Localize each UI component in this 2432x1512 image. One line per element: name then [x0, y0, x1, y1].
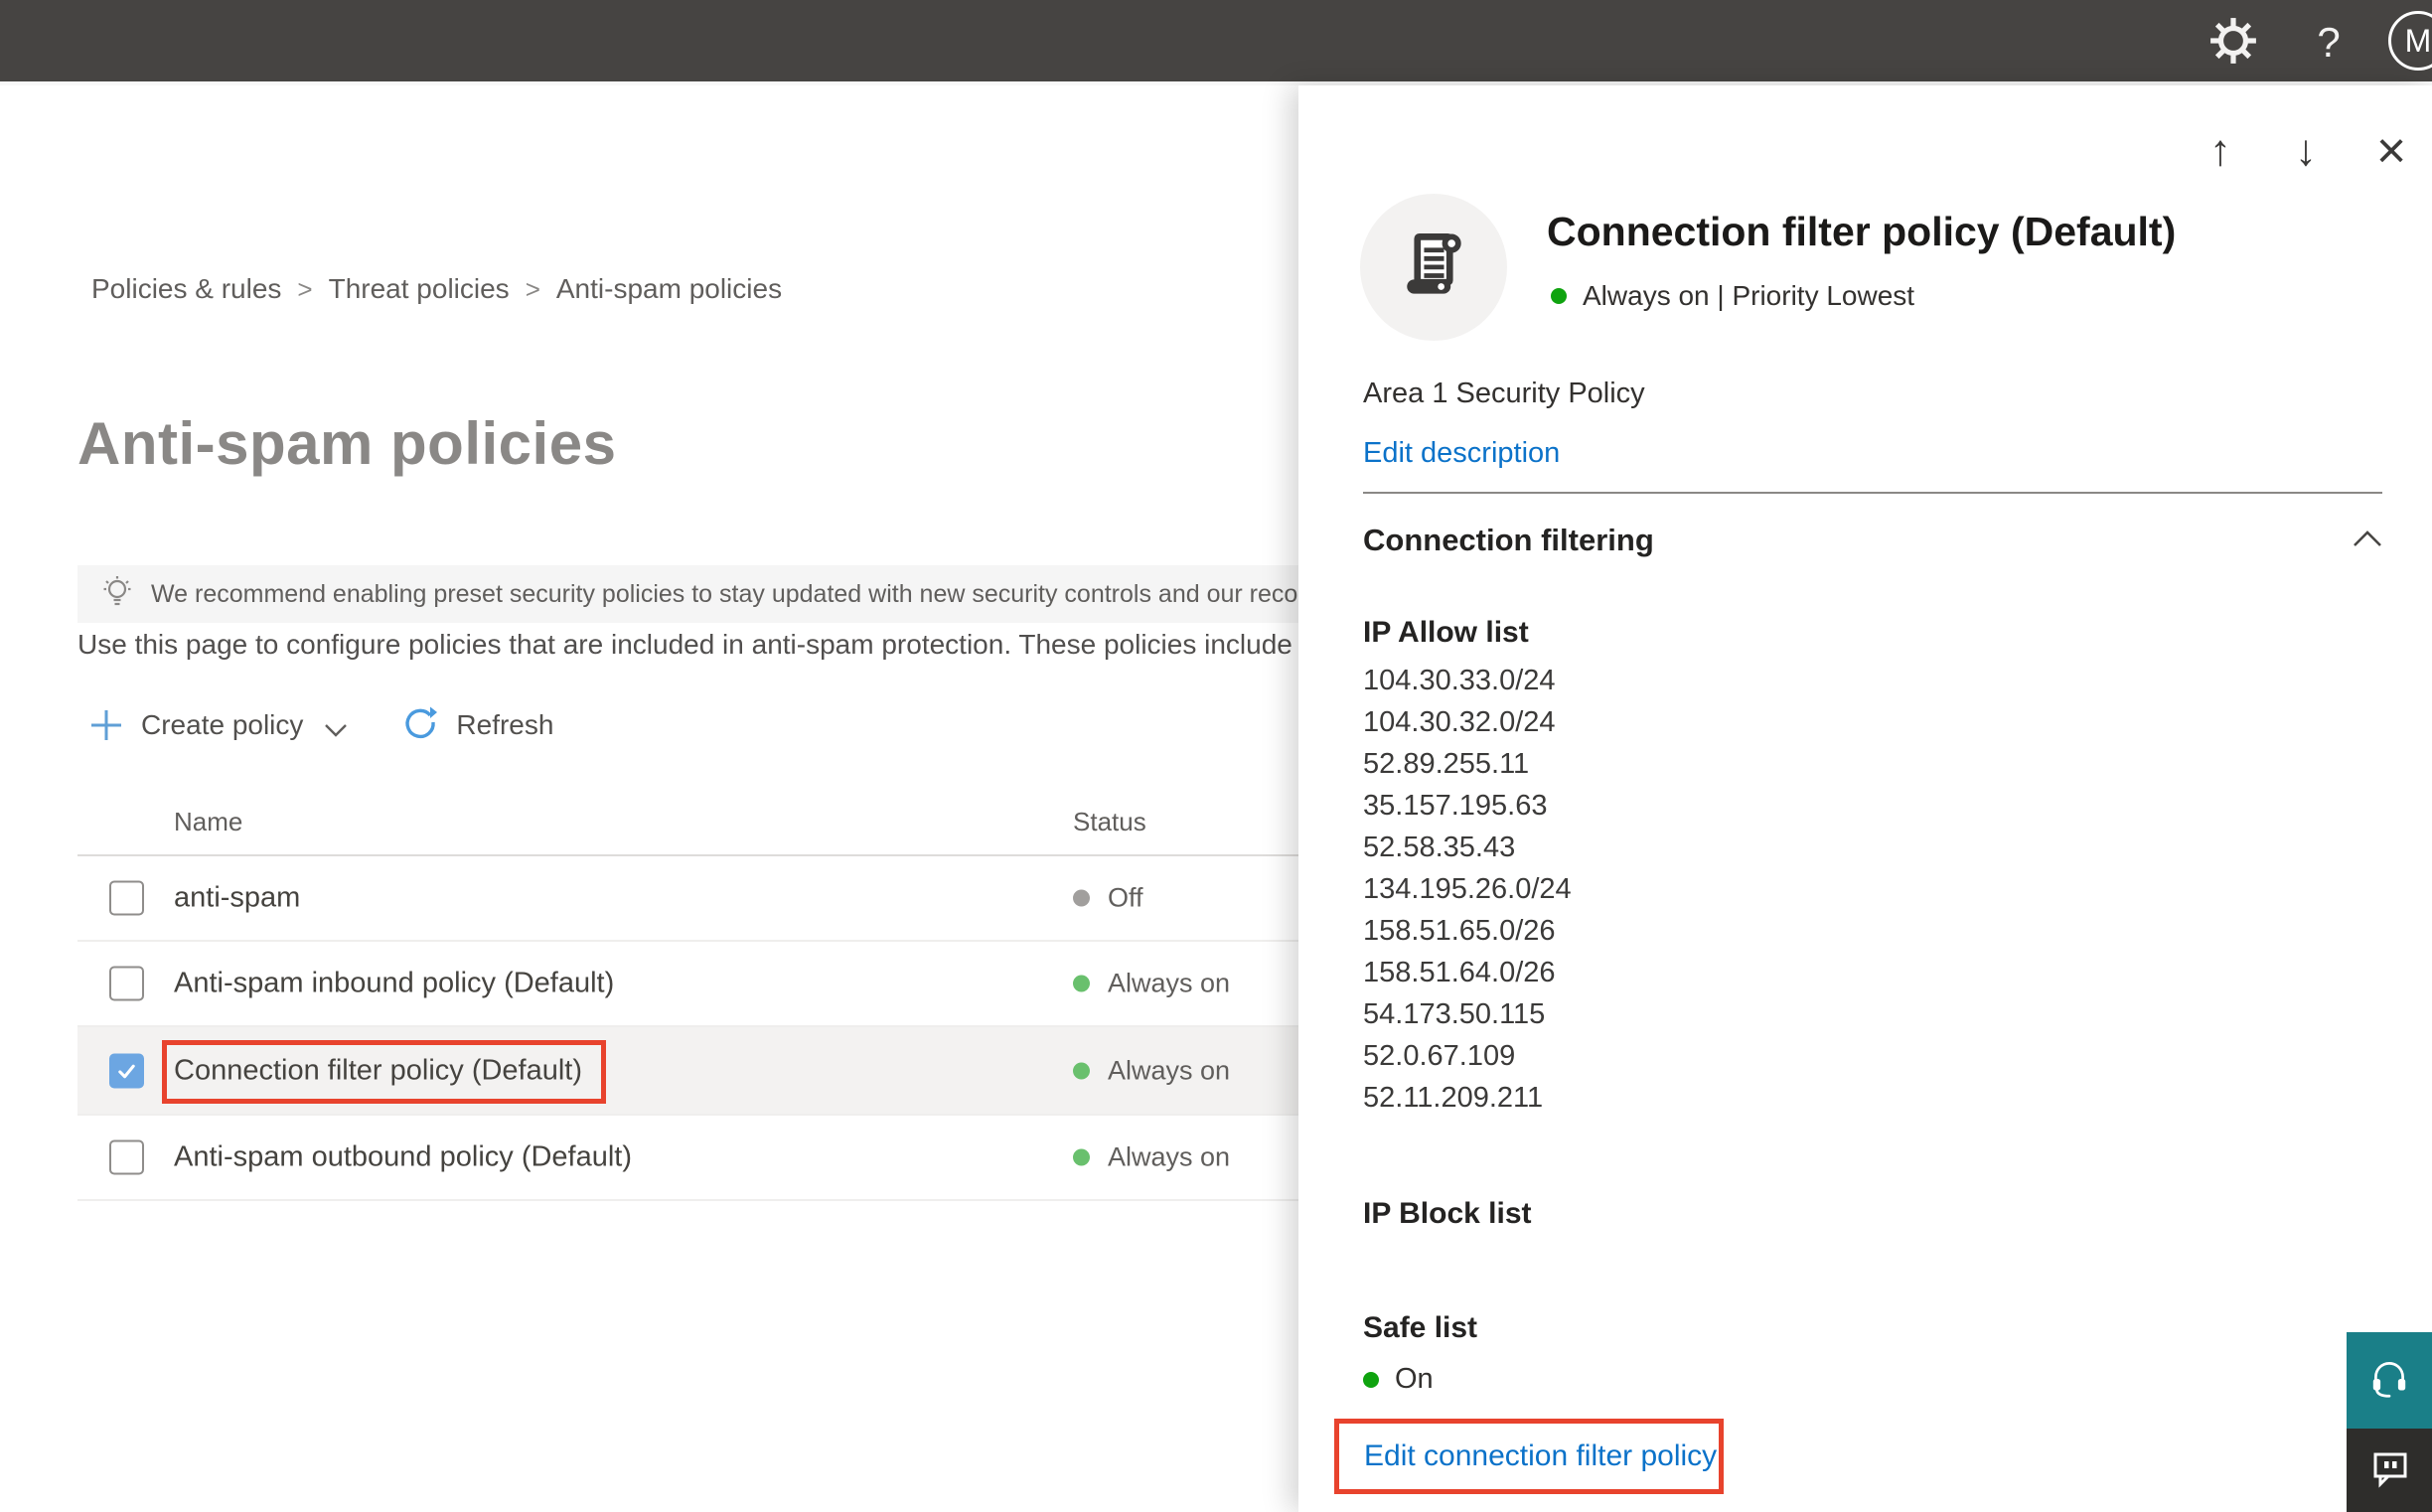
policy-name: anti-spam — [174, 881, 301, 914]
edit-description-link[interactable]: Edit description — [1363, 437, 1560, 470]
status-label: Always on — [1108, 1141, 1231, 1172]
banner-text: We recommend enabling preset security po… — [151, 579, 1331, 608]
ip-entry: 54.173.50.115 — [1363, 998, 1546, 1030]
topbar: ? M — [0, 0, 2432, 85]
support-widget-button[interactable] — [2347, 1332, 2432, 1429]
ip-entry: 52.0.67.109 — [1363, 1040, 1516, 1072]
table-row-connection-filter-policy[interactable]: Connection filter policy (Default) Alway… — [77, 1027, 1331, 1116]
headset-icon — [2366, 1355, 2412, 1406]
section-title: Connection filtering — [1363, 523, 1654, 557]
policy-icon-circle — [1360, 194, 1507, 341]
chevron-down-icon — [325, 712, 348, 744]
status-cell: Off — [1073, 883, 1143, 914]
breadcrumb: Policies & rules > Threat policies > Ant… — [91, 273, 782, 305]
chevron-up-icon[interactable] — [2353, 529, 2382, 552]
status-label: Always on — [1108, 968, 1231, 998]
ip-entry: 104.30.32.0/24 — [1363, 706, 1556, 738]
section-connection-filtering[interactable]: Connection filtering — [1363, 523, 2382, 558]
refresh-button[interactable]: Refresh — [402, 704, 553, 747]
policy-description: Area 1 Security Policy — [1363, 378, 1645, 409]
flyout-status-line: Always on | Priority Lowest — [1551, 280, 1914, 312]
recommendation-banner: We recommend enabling preset security po… — [77, 565, 1331, 623]
feedback-widget-button[interactable] — [2347, 1429, 2432, 1512]
policy-table: Name Status anti-spam Off Anti-spam inbo… — [77, 785, 1331, 1201]
status-label: Off — [1108, 882, 1143, 913]
column-header-status[interactable]: Status — [1073, 807, 1146, 837]
status-dot-on — [1073, 975, 1090, 992]
flyout-status-text: Always on | Priority Lowest — [1583, 280, 1915, 311]
row-checkbox[interactable] — [109, 1139, 144, 1175]
toolbar: Create policy Refresh — [89, 697, 553, 753]
question-mark-icon: ? — [2317, 19, 2341, 66]
status-dot-on — [1551, 288, 1567, 304]
row-checkbox[interactable] — [109, 880, 144, 916]
status-cell: Always on — [1073, 1142, 1230, 1173]
refresh-icon — [402, 704, 438, 747]
status-cell: Always on — [1073, 969, 1230, 999]
row-checkbox[interactable] — [109, 966, 144, 1001]
status-dot-off — [1073, 889, 1090, 907]
policy-name: Connection filter policy (Default) — [174, 1054, 583, 1086]
flyout-title: Connection filter policy (Default) — [1547, 209, 2177, 254]
close-icon[interactable]: × — [2370, 122, 2412, 180]
ip-entry: 52.11.209.211 — [1363, 1082, 1544, 1114]
settings-button[interactable] — [2205, 0, 2261, 85]
safe-list-status: On — [1363, 1363, 1434, 1396]
page-title: Anti-spam policies — [77, 410, 617, 477]
policy-name: Anti-spam inbound policy (Default) — [174, 967, 615, 999]
column-header-name[interactable]: Name — [174, 807, 242, 837]
plus-icon — [89, 708, 123, 742]
safe-list-title: Safe list — [1363, 1311, 1478, 1344]
ip-entry: 158.51.65.0/26 — [1363, 915, 1556, 947]
help-button[interactable]: ? — [2301, 0, 2356, 85]
lightbulb-icon — [99, 574, 135, 615]
status-label: Always on — [1108, 1055, 1231, 1085]
gear-icon — [2208, 16, 2258, 71]
details-flyout: ↑ ↓ × Connection filter policy (Default)… — [1298, 85, 2432, 1512]
breadcrumb-threat-policies[interactable]: Threat policies — [329, 273, 510, 305]
feedback-speech-bubble-icon — [2367, 1446, 2411, 1495]
next-item-arrow-down-icon[interactable]: ↓ — [2285, 125, 2327, 177]
status-dot-on — [1363, 1371, 1379, 1388]
safe-list-status-label: On — [1395, 1363, 1434, 1395]
ip-block-list-title: IP Block list — [1363, 1197, 1532, 1230]
row-checkbox-checked[interactable] — [109, 1053, 144, 1088]
flyout-controls: ↑ ↓ × — [2200, 122, 2412, 180]
account-avatar[interactable]: M — [2388, 11, 2432, 71]
breadcrumb-anti-spam-policies[interactable]: Anti-spam policies — [556, 273, 782, 305]
edit-connection-filter-policy-link[interactable]: Edit connection filter policy — [1364, 1439, 1717, 1473]
ip-entry: 52.58.35.43 — [1363, 832, 1516, 863]
table-row-inbound-policy[interactable]: Anti-spam inbound policy (Default) Alway… — [77, 942, 1331, 1027]
ip-entry: 158.51.64.0/26 — [1363, 957, 1556, 988]
annotation-highlight-box: Edit connection filter policy — [1334, 1419, 1724, 1494]
breadcrumb-separator: > — [525, 273, 540, 304]
page-description: Use this page to configure policies that… — [77, 629, 1292, 660]
ip-entry: 35.157.195.63 — [1363, 790, 1548, 822]
breadcrumb-policies-rules[interactable]: Policies & rules — [91, 273, 281, 305]
create-policy-label: Create policy — [141, 709, 304, 740]
scroll-policy-icon — [1392, 224, 1475, 312]
refresh-label: Refresh — [456, 709, 554, 740]
ip-allow-list: 104.30.33.0/24 104.30.32.0/24 52.89.255.… — [1363, 660, 1572, 1119]
avatar-initial: M — [2404, 22, 2432, 59]
status-dot-on — [1073, 1148, 1090, 1166]
status-dot-on — [1073, 1062, 1090, 1079]
ip-allow-list-title: IP Allow list — [1363, 616, 1529, 649]
status-cell: Always on — [1073, 1055, 1230, 1086]
table-header: Name Status — [77, 785, 1331, 856]
divider — [1363, 492, 2382, 494]
ip-entry: 52.89.255.11 — [1363, 748, 1530, 780]
ip-entry: 134.195.26.0/24 — [1363, 873, 1572, 905]
previous-item-arrow-up-icon[interactable]: ↑ — [2200, 125, 2241, 177]
breadcrumb-separator: > — [297, 273, 313, 304]
table-row-anti-spam[interactable]: anti-spam Off — [77, 856, 1331, 942]
policy-name: Anti-spam outbound policy (Default) — [174, 1140, 633, 1173]
ip-entry: 104.30.33.0/24 — [1363, 665, 1556, 696]
table-row-outbound-policy[interactable]: Anti-spam outbound policy (Default) Alwa… — [77, 1116, 1331, 1201]
create-policy-button[interactable]: Create policy — [89, 706, 348, 744]
